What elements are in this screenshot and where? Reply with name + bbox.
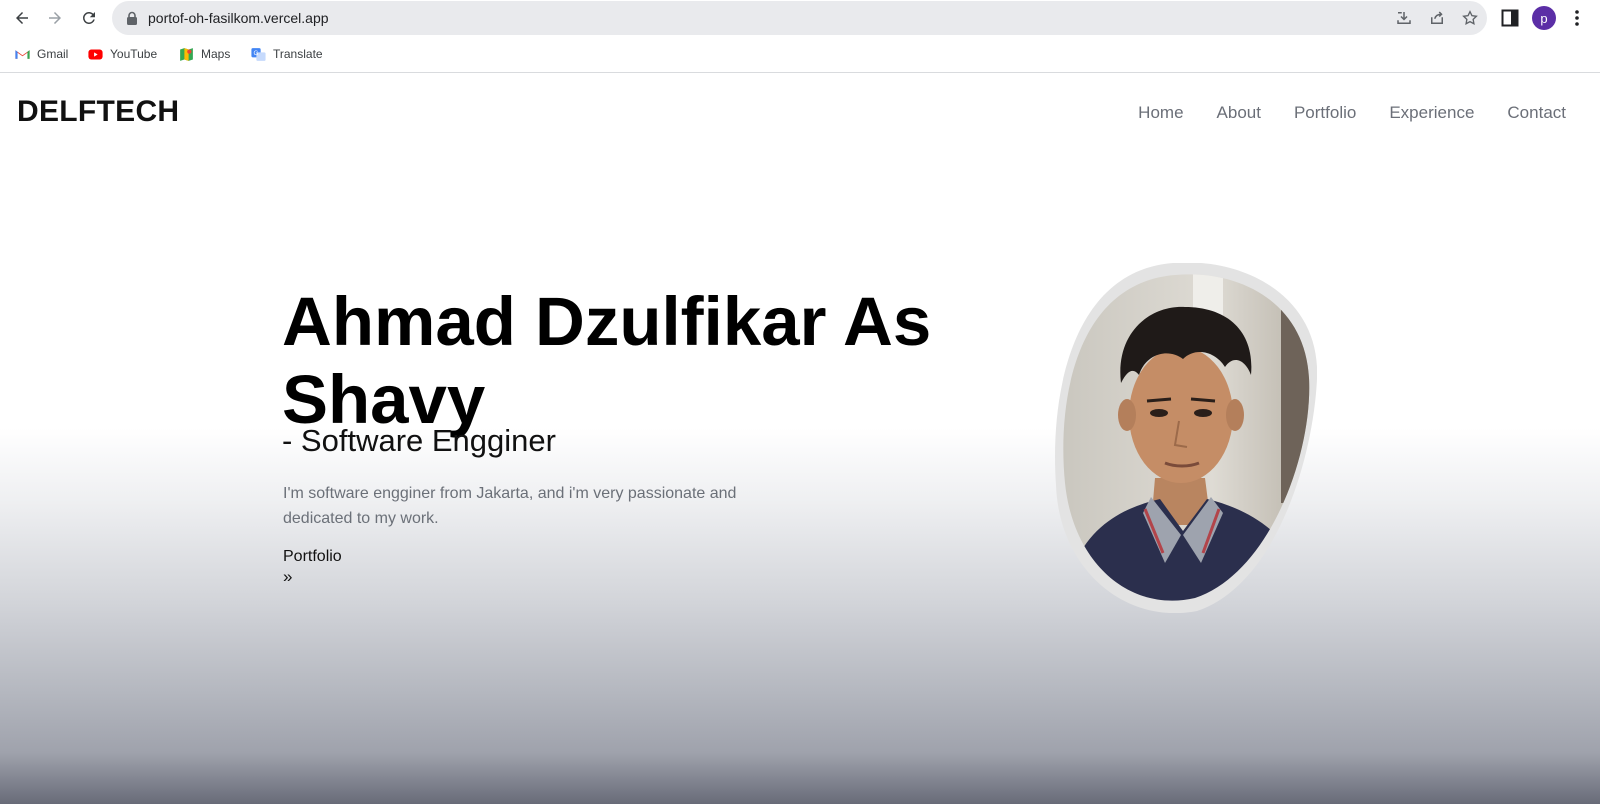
site-brand[interactable]: DELFTECH <box>17 95 179 129</box>
reload-icon <box>82 11 95 24</box>
bookmark-maps[interactable]: Maps <box>178 44 230 64</box>
bookmark-star-icon[interactable] <box>1461 9 1479 27</box>
url-text: portof-oh-fasilkom.vercel.app <box>148 10 329 26</box>
svg-text:G: G <box>254 50 259 57</box>
bookmark-translate[interactable]: G Translate <box>250 44 323 64</box>
bookmark-label: Gmail <box>37 47 69 61</box>
side-panel-icon[interactable] <box>1500 8 1520 28</box>
double-chevron-right-icon: » <box>283 567 293 586</box>
bookmarks-bar: Gmail YouTube Maps G Translate <box>0 42 1600 66</box>
portfolio-cta-label: Portfolio <box>283 548 342 565</box>
lock-icon <box>127 11 137 25</box>
bookmark-label: YouTube <box>110 47 158 61</box>
bookmark-label: Translate <box>273 47 323 61</box>
address-bar[interactable]: portof-oh-fasilkom.vercel.app <box>112 1 1487 35</box>
back-arrow-icon <box>16 12 28 24</box>
hero-description: I'm software engginer from Jakarta, and … <box>283 485 737 527</box>
page-viewport: DELFTECH Home About Portfolio Experience… <box>0 73 1600 804</box>
profile-avatar[interactable]: p <box>1532 6 1556 30</box>
bookmark-gmail[interactable]: Gmail <box>14 44 68 64</box>
nav-experience[interactable]: Experience <box>1389 103 1474 123</box>
share-icon[interactable] <box>1428 9 1446 27</box>
gmail-icon <box>15 49 30 59</box>
portfolio-cta-link[interactable]: Portfolio » <box>283 548 342 587</box>
hero-role: - Software Engginer <box>282 423 556 458</box>
reload-button[interactable] <box>75 4 103 32</box>
bookmark-youtube[interactable]: YouTube <box>87 44 157 64</box>
hero-name: Ahmad Dzulfikar As Shavy <box>282 283 932 438</box>
browser-chrome: portof-oh-fasilkom.vercel.app p Gmail Yo… <box>0 0 1600 73</box>
nav-contact[interactable]: Contact <box>1507 103 1566 123</box>
forward-arrow-icon <box>49 12 61 24</box>
more-options-icon[interactable] <box>1567 8 1587 28</box>
forward-button[interactable] <box>41 4 69 32</box>
maps-icon <box>180 47 193 61</box>
browser-toolbar: portof-oh-fasilkom.vercel.app p <box>0 0 1600 36</box>
nav-about[interactable]: About <box>1217 103 1261 123</box>
profile-photo <box>1055 263 1317 613</box>
bookmark-label: Maps <box>201 47 231 61</box>
nav-portfolio[interactable]: Portfolio <box>1294 103 1356 123</box>
youtube-icon <box>88 49 103 59</box>
translate-icon: G <box>251 47 266 61</box>
install-app-icon[interactable] <box>1395 9 1413 27</box>
back-button[interactable] <box>8 4 36 32</box>
site-nav: Home About Portfolio Experience Contact <box>1138 103 1566 123</box>
nav-home[interactable]: Home <box>1138 103 1183 123</box>
